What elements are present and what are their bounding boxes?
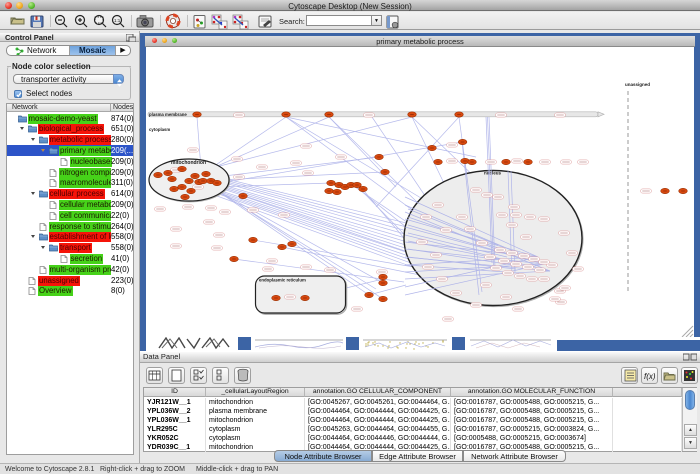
svg-text:1:1: 1:1 xyxy=(114,18,121,23)
svg-text:endoplasmic reticulum: endoplasmic reticulum xyxy=(259,278,306,283)
svg-text:mitochondrion: mitochondrion xyxy=(171,160,206,166)
svg-text:plasma membrane: plasma membrane xyxy=(149,112,187,117)
svg-text:nucleus: nucleus xyxy=(484,171,502,176)
svg-text:unassigned: unassigned xyxy=(625,82,650,87)
svg-text:f(x): f(x) xyxy=(644,372,656,381)
svg-text:cytoplasm: cytoplasm xyxy=(149,127,170,132)
